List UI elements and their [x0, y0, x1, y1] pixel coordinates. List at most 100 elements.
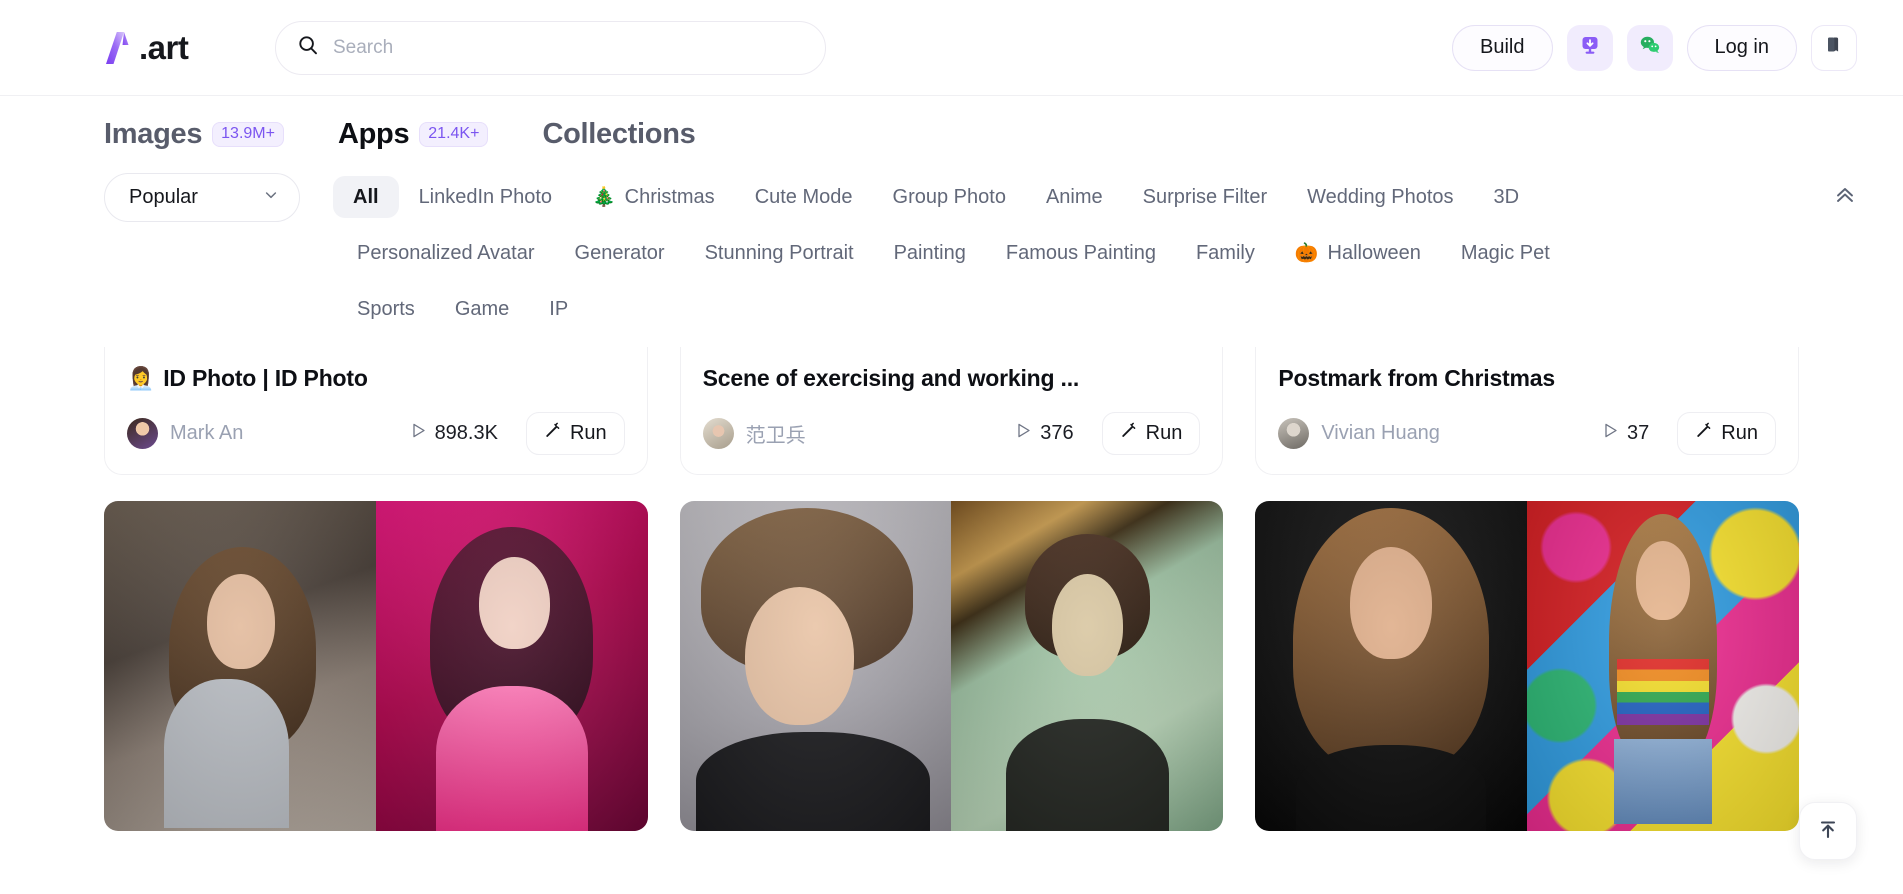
- app-card-meta: 范卫兵 376 Run: [702, 412, 1201, 455]
- filter-row-1: Popular All LinkedIn Photo 🎄 Christmas C…: [0, 169, 1903, 225]
- logo-wordmark: .art: [139, 29, 189, 66]
- scroll-to-top-icon: [1815, 816, 1841, 847]
- app-card-run-count-value: 37: [1627, 422, 1650, 444]
- site-logo[interactable]: .art: [104, 25, 224, 71]
- filter-chip-label: Magic Pet: [1460, 242, 1550, 264]
- filter-chip-all[interactable]: All: [333, 176, 399, 218]
- filter-chip-painting[interactable]: Painting: [874, 232, 986, 274]
- filter-chip-game[interactable]: Game: [435, 288, 529, 330]
- run-button[interactable]: Run: [1677, 412, 1776, 455]
- search-bar[interactable]: [275, 20, 826, 75]
- filter-chip-label: Halloween: [1327, 242, 1421, 264]
- filter-chip-label: LinkedIn Photo: [418, 186, 552, 208]
- filter-chip-stunning-portrait[interactable]: Stunning Portrait: [685, 232, 874, 274]
- app-card-meta: Mark An 898.3K Run: [127, 412, 625, 455]
- filter-chip-cute-mode[interactable]: Cute Mode: [735, 176, 873, 218]
- search-input[interactable]: [333, 36, 803, 59]
- app-card-author[interactable]: 范卫兵: [746, 419, 806, 448]
- sort-dropdown-value: Popular: [129, 185, 198, 208]
- tab-apps[interactable]: Apps 21.4K+: [337, 118, 489, 151]
- run-button-label: Run: [569, 422, 607, 444]
- run-button[interactable]: Run: [1101, 412, 1201, 455]
- build-button[interactable]: Build: [1452, 24, 1553, 71]
- app-card-run-count: 898.3K: [410, 422, 498, 445]
- thumbnail-after: [375, 501, 648, 831]
- app-card[interactable]: Scene of exercising and working ... 范卫兵 …: [679, 347, 1224, 475]
- apps-grid-row-2: [104, 501, 1799, 831]
- christmas-tree-icon: 🎄: [592, 186, 616, 208]
- filter-chip-label: 3D: [1493, 186, 1520, 208]
- content-type-tabs: Images 13.9M+ Apps 21.4K+ Collections: [0, 96, 1903, 161]
- tab-images-count: 13.9M+: [212, 122, 284, 147]
- desktop-download-button[interactable]: [1566, 24, 1613, 71]
- app-card-author[interactable]: Vivian Huang: [1321, 422, 1440, 445]
- avatar: [127, 418, 158, 449]
- filter-chip-halloween[interactable]: 🎃 Halloween: [1275, 232, 1441, 274]
- sort-dropdown[interactable]: Popular: [104, 172, 300, 222]
- app-card-thumbnail[interactable]: [104, 501, 648, 831]
- tab-images[interactable]: Images 13.9M+: [104, 118, 284, 151]
- app-card[interactable]: Postmark from Christmas Vivian Huang 37: [1255, 347, 1799, 475]
- tab-collections[interactable]: Collections: [542, 118, 695, 151]
- filter-chip-label: IP: [549, 298, 569, 320]
- filter-chip-label: Wedding Photos: [1307, 186, 1454, 208]
- filter-chip-label: Famous Painting: [1005, 242, 1156, 264]
- filter-chip-sports[interactable]: Sports: [337, 288, 435, 330]
- collapse-filters-button[interactable]: [1827, 179, 1863, 215]
- filter-chip-group-photo[interactable]: Group Photo: [873, 176, 1026, 218]
- run-button[interactable]: Run: [525, 412, 625, 455]
- filter-chip-label: Sports: [357, 298, 415, 320]
- app-card-title-row: Scene of exercising and working ...: [703, 365, 1201, 392]
- filter-chip-personalized-avatar[interactable]: Personalized Avatar: [337, 232, 555, 274]
- avatar: [1278, 418, 1310, 449]
- top-header: .art Build: [0, 0, 1903, 96]
- filter-chip-famous-painting[interactable]: Famous Painting: [986, 232, 1176, 274]
- filter-chip-anime[interactable]: Anime: [1026, 176, 1123, 218]
- play-icon: [1602, 422, 1619, 445]
- filter-chip-linkedin-photo[interactable]: LinkedIn Photo: [399, 176, 572, 218]
- filter-chip-surprise-filter[interactable]: Surprise Filter: [1123, 176, 1287, 218]
- filter-chip-ip[interactable]: IP: [529, 288, 588, 330]
- office-worker-icon: 👩‍💼: [127, 365, 155, 391]
- app-card-title: ID Photo | ID Photo: [163, 365, 368, 391]
- app-card-title-row: Postmark from Christmas: [1278, 365, 1776, 392]
- wechat-button[interactable]: [1626, 24, 1673, 71]
- filter-chip-magic-pet[interactable]: Magic Pet: [1441, 232, 1570, 274]
- filter-chip-family[interactable]: Family: [1176, 232, 1275, 274]
- double-chevron-up-icon: [1832, 182, 1858, 213]
- filter-panel: Popular All LinkedIn Photo 🎄 Christmas C…: [0, 161, 1903, 337]
- app-card-thumbnail[interactable]: [1255, 501, 1799, 831]
- magic-wand-icon: [544, 422, 561, 445]
- magic-wand-icon: [1120, 422, 1137, 445]
- app-card-run-count-value: 376: [1040, 422, 1074, 444]
- app-card[interactable]: 👩‍💼 ID Photo | ID Photo Mark An 898.3K: [104, 347, 648, 475]
- run-button-label: Run: [1721, 422, 1758, 444]
- filter-chip-3d[interactable]: 3D: [1474, 176, 1540, 218]
- app-card-author[interactable]: Mark An: [170, 422, 243, 445]
- thumbnail-before: [1255, 501, 1528, 831]
- app-card-title: Postmark from Christmas: [1278, 365, 1555, 391]
- filter-chip-generator[interactable]: Generator: [555, 232, 685, 274]
- apps-grid: 👩‍💼 ID Photo | ID Photo Mark An 898.3K: [0, 347, 1903, 831]
- app-card-title-row: 👩‍💼 ID Photo | ID Photo: [127, 365, 625, 392]
- tab-apps-label: Apps: [337, 118, 410, 150]
- app-card-meta: Vivian Huang 37 Run: [1278, 412, 1776, 455]
- filter-chip-label: Surprise Filter: [1142, 186, 1268, 208]
- app-card-thumbnail[interactable]: [679, 501, 1224, 831]
- filter-chip-label: All: [353, 186, 379, 208]
- docs-button[interactable]: [1811, 24, 1857, 71]
- login-button[interactable]: Log in: [1686, 24, 1797, 71]
- thumbnail-after: [1527, 501, 1799, 831]
- filter-row-3: Sports Game IP: [0, 281, 1903, 337]
- filter-chip-wedding-photos[interactable]: Wedding Photos: [1287, 176, 1473, 218]
- filter-chip-christmas[interactable]: 🎄 Christmas: [572, 176, 735, 218]
- run-button-label: Run: [1145, 422, 1183, 444]
- filter-chip-label: Personalized Avatar: [357, 242, 535, 264]
- filter-chip-label: Cute Mode: [754, 186, 853, 208]
- scroll-to-top-button[interactable]: [1799, 802, 1857, 860]
- tab-collections-label: Collections: [542, 118, 696, 150]
- thumbnail-before: [104, 501, 376, 831]
- filter-row-2: Personalized Avatar Generator Stunning P…: [0, 225, 1903, 281]
- thumbnail-after: [951, 501, 1224, 831]
- magic-wand-icon: [1695, 422, 1712, 445]
